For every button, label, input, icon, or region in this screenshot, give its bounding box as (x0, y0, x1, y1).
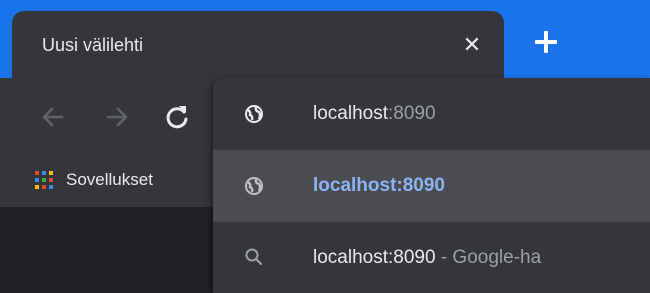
reload-icon[interactable] (162, 102, 192, 132)
search-query: localhost:8090 (313, 247, 436, 268)
close-icon[interactable]: ✕ (460, 33, 484, 57)
bookmark-apps-label[interactable]: Sovellukset (66, 169, 153, 191)
suggestion-text: localhost:8090 (313, 102, 436, 126)
tab-new-tab[interactable]: Uusi välilehti ✕ (12, 11, 504, 78)
new-tab-button[interactable] (532, 27, 562, 57)
tab-title: Uusi välilehti (42, 35, 144, 55)
arrow-left-icon[interactable] (38, 102, 68, 132)
typed-text: localhost (313, 103, 388, 124)
suggestion-row-selected[interactable]: localhost:8090 (213, 150, 650, 222)
browser-window: Uusi välilehti ✕ Sovellukset localhost:8… (0, 0, 650, 293)
omnibox-suggestions: localhost:8090 localhost:8090 localhost:… (213, 78, 650, 293)
globe-icon (245, 105, 263, 123)
arrow-right-icon[interactable] (102, 102, 132, 132)
apps-grid-icon[interactable] (35, 171, 53, 189)
search-engine-suffix: - Google-ha (435, 247, 542, 268)
tab-strip: Uusi välilehti ✕ (0, 0, 650, 78)
suggestion-url: localhost:8090 (313, 175, 445, 196)
suggestion-row-search[interactable]: localhost:8090 - Google-ha (213, 222, 650, 293)
globe-icon (245, 177, 263, 195)
search-icon (245, 248, 263, 266)
autocomplete-text: :8090 (388, 103, 436, 124)
suggestion-text: localhost:8090 - Google-ha (313, 246, 541, 270)
suggestion-row-typed[interactable]: localhost:8090 (213, 78, 650, 150)
